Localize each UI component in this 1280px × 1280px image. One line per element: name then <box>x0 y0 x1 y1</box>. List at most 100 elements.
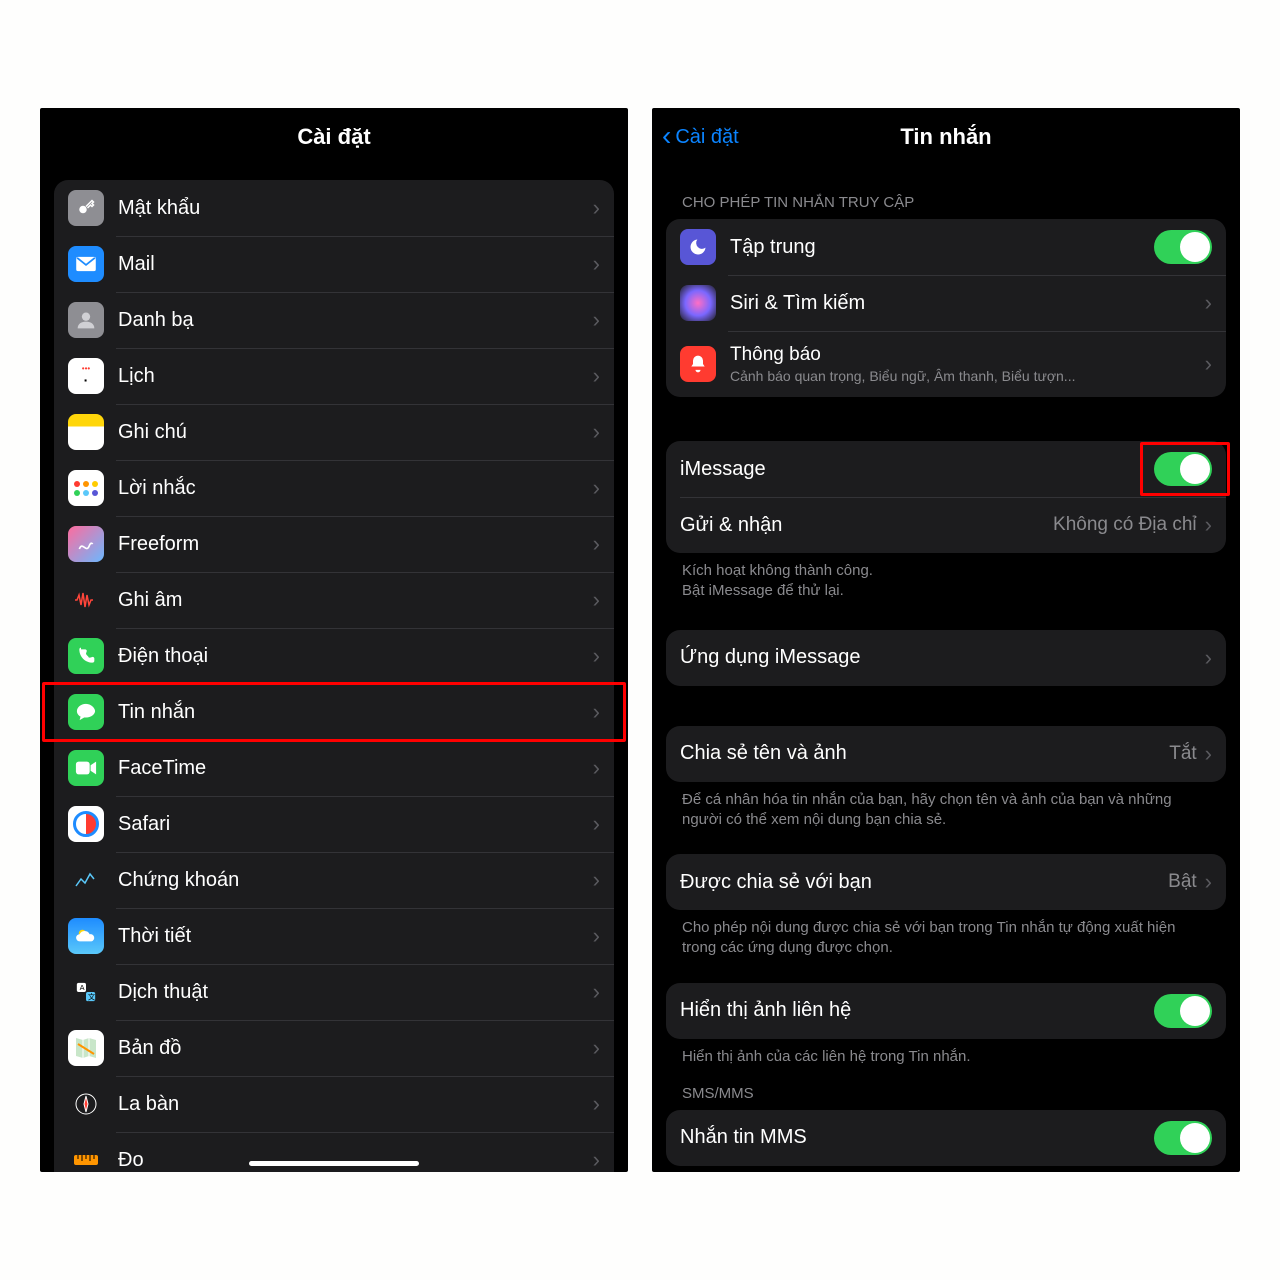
row-label: Siri & Tìm kiếm <box>730 292 1205 315</box>
messages-settings-content: CHO PHÉP TIN NHẮN TRUY CẬP Tập trung Sir… <box>652 166 1240 1172</box>
contact-photos-footer: Hiển thị ảnh của các liên hệ trong Tin n… <box>666 1039 1226 1067</box>
settings-row-messages[interactable]: Tin nhắn› <box>54 684 614 740</box>
row-label: Dịch thuật <box>118 981 593 1004</box>
row-label: FaceTime <box>118 757 593 780</box>
row-label: Được chia sẻ với bạn <box>680 871 1168 894</box>
row-label: Tin nhắn <box>118 701 593 724</box>
compass-icon <box>68 1086 104 1122</box>
row-label: Lời nhắc <box>118 477 593 500</box>
chevron-right-icon: › <box>593 1091 600 1117</box>
svg-text:A: A <box>80 983 85 992</box>
settings-row-measure[interactable]: Đo› <box>54 1132 614 1172</box>
chevron-right-icon: › <box>593 755 600 781</box>
row-label: Lịch <box>118 365 593 388</box>
row-label: Chia sẻ tên và ảnh <box>680 742 1169 765</box>
chevron-right-icon: › <box>593 979 600 1005</box>
back-button[interactable]: ‹ Cài đặt <box>662 124 739 150</box>
row-show-contact-photos: Hiển thị ảnh liên hệ <box>666 983 1226 1039</box>
row-value: Bật <box>1168 871 1197 893</box>
messages-icon <box>68 694 104 730</box>
row-focus[interactable]: Tập trung <box>666 219 1226 275</box>
settings-row-contacts[interactable]: Danh bạ› <box>54 292 614 348</box>
row-label: Ghi chú <box>118 421 593 444</box>
chevron-right-icon: › <box>1205 645 1212 671</box>
chevron-right-icon: › <box>593 363 600 389</box>
row-send-receive[interactable]: Gửi & nhận Không có Địa chỉ › <box>666 497 1226 553</box>
settings-row-calendar[interactable]: •••· Lịch› <box>54 348 614 404</box>
row-label: Ghi âm <box>118 589 593 612</box>
settings-row-voicememo[interactable]: Ghi âm› <box>54 572 614 628</box>
mms-toggle[interactable] <box>1154 1121 1212 1155</box>
settings-row-notes[interactable]: Ghi chú› <box>54 404 614 460</box>
row-label: Hiển thị ảnh liên hệ <box>680 999 1154 1022</box>
share-name-footer: Để cá nhân hóa tin nhắn của bạn, hãy chọ… <box>666 782 1226 831</box>
row-label: Freeform <box>118 533 593 556</box>
chevron-right-icon: › <box>593 923 600 949</box>
settings-screen: Cài đặt Mật khẩu›Mail›Danh bạ›•••·Lịch›G… <box>40 108 628 1172</box>
row-value: Tắt <box>1169 743 1196 765</box>
row-imessage: iMessage <box>666 441 1226 497</box>
row-label: Danh bạ <box>118 309 593 332</box>
home-indicator[interactable] <box>249 1161 419 1166</box>
settings-row-compass[interactable]: La bàn› <box>54 1076 614 1132</box>
facetime-icon <box>68 750 104 786</box>
chevron-left-icon: ‹ <box>662 122 671 150</box>
settings-row-safari[interactable]: Safari› <box>54 796 614 852</box>
siri-icon <box>680 285 716 321</box>
row-label: Safari <box>118 813 593 836</box>
chevron-right-icon: › <box>593 419 600 445</box>
translate-icon: A文 <box>68 974 104 1010</box>
row-share-name-photo[interactable]: Chia sẻ tên và ảnh Tắt › <box>666 726 1226 782</box>
row-notifications[interactable]: Thông báo Cảnh báo quan trọng, Biểu ngữ,… <box>666 331 1226 397</box>
chevron-right-icon: › <box>593 251 600 277</box>
settings-row-maps[interactable]: Bản đồ› <box>54 1020 614 1076</box>
chevron-right-icon: › <box>593 587 600 613</box>
row-label: La bàn <box>118 1093 593 1116</box>
weather-icon <box>68 918 104 954</box>
reminders-icon <box>68 470 104 506</box>
settings-list: Mật khẩu›Mail›Danh bạ›•••·Lịch›Ghi chú›L… <box>40 166 628 1172</box>
settings-row-weather[interactable]: Thời tiết› <box>54 908 614 964</box>
calendar-icon: •••· <box>68 358 104 394</box>
focus-toggle[interactable] <box>1154 230 1212 264</box>
settings-row-facetime[interactable]: FaceTime› <box>54 740 614 796</box>
chevron-right-icon: › <box>1205 741 1212 767</box>
row-imessage-apps[interactable]: Ứng dụng iMessage › <box>666 630 1226 686</box>
maps-icon <box>68 1030 104 1066</box>
back-label: Cài đặt <box>675 126 738 149</box>
row-label: Nhắn tin MMS <box>680 1126 1154 1149</box>
settings-row-translate[interactable]: A文 Dịch thuật› <box>54 964 614 1020</box>
chevron-right-icon: › <box>1205 351 1212 377</box>
section-header-sms: SMS/MMS <box>666 1067 1226 1110</box>
settings-row-passwords[interactable]: Mật khẩu› <box>54 180 614 236</box>
settings-row-stocks[interactable]: Chứng khoán› <box>54 852 614 908</box>
row-subtitle: Cảnh báo quan trọng, Biểu ngữ, Âm thanh,… <box>730 368 1205 384</box>
row-siri[interactable]: Siri & Tìm kiếm › <box>666 275 1226 331</box>
contact-photos-toggle[interactable] <box>1154 994 1212 1028</box>
row-label: Điện thoại <box>118 645 593 668</box>
row-label: Thời tiết <box>118 925 593 948</box>
section-header-access: CHO PHÉP TIN NHẮN TRUY CẬP <box>666 166 1226 219</box>
navbar: Cài đặt <box>40 108 628 166</box>
chevron-right-icon: › <box>593 307 600 333</box>
mail-icon <box>68 246 104 282</box>
settings-row-freeform[interactable]: Freeform› <box>54 516 614 572</box>
chevron-right-icon: › <box>593 1035 600 1061</box>
voicememo-icon <box>68 582 104 618</box>
row-label: Bản đồ <box>118 1037 593 1060</box>
settings-row-reminders[interactable]: Lời nhắc› <box>54 460 614 516</box>
shared-with-you-footer: Cho phép nội dung được chia sẻ với bạn t… <box>666 910 1226 959</box>
chevron-right-icon: › <box>593 475 600 501</box>
settings-row-mail[interactable]: Mail› <box>54 236 614 292</box>
contacts-icon <box>68 302 104 338</box>
page-title: Cài đặt <box>297 124 370 150</box>
messages-settings-screen: ‹ Cài đặt Tin nhắn CHO PHÉP TIN NHẮN TRU… <box>652 108 1240 1172</box>
imessage-toggle[interactable] <box>1154 452 1212 486</box>
svg-text:文: 文 <box>88 992 96 1001</box>
settings-row-phone[interactable]: Điện thoại› <box>54 628 614 684</box>
row-value: Không có Địa chỉ <box>1053 514 1197 536</box>
freeform-icon <box>68 526 104 562</box>
row-label: Gửi & nhận <box>680 514 1053 537</box>
bell-icon <box>680 346 716 382</box>
row-shared-with-you[interactable]: Được chia sẻ với bạn Bật › <box>666 854 1226 910</box>
